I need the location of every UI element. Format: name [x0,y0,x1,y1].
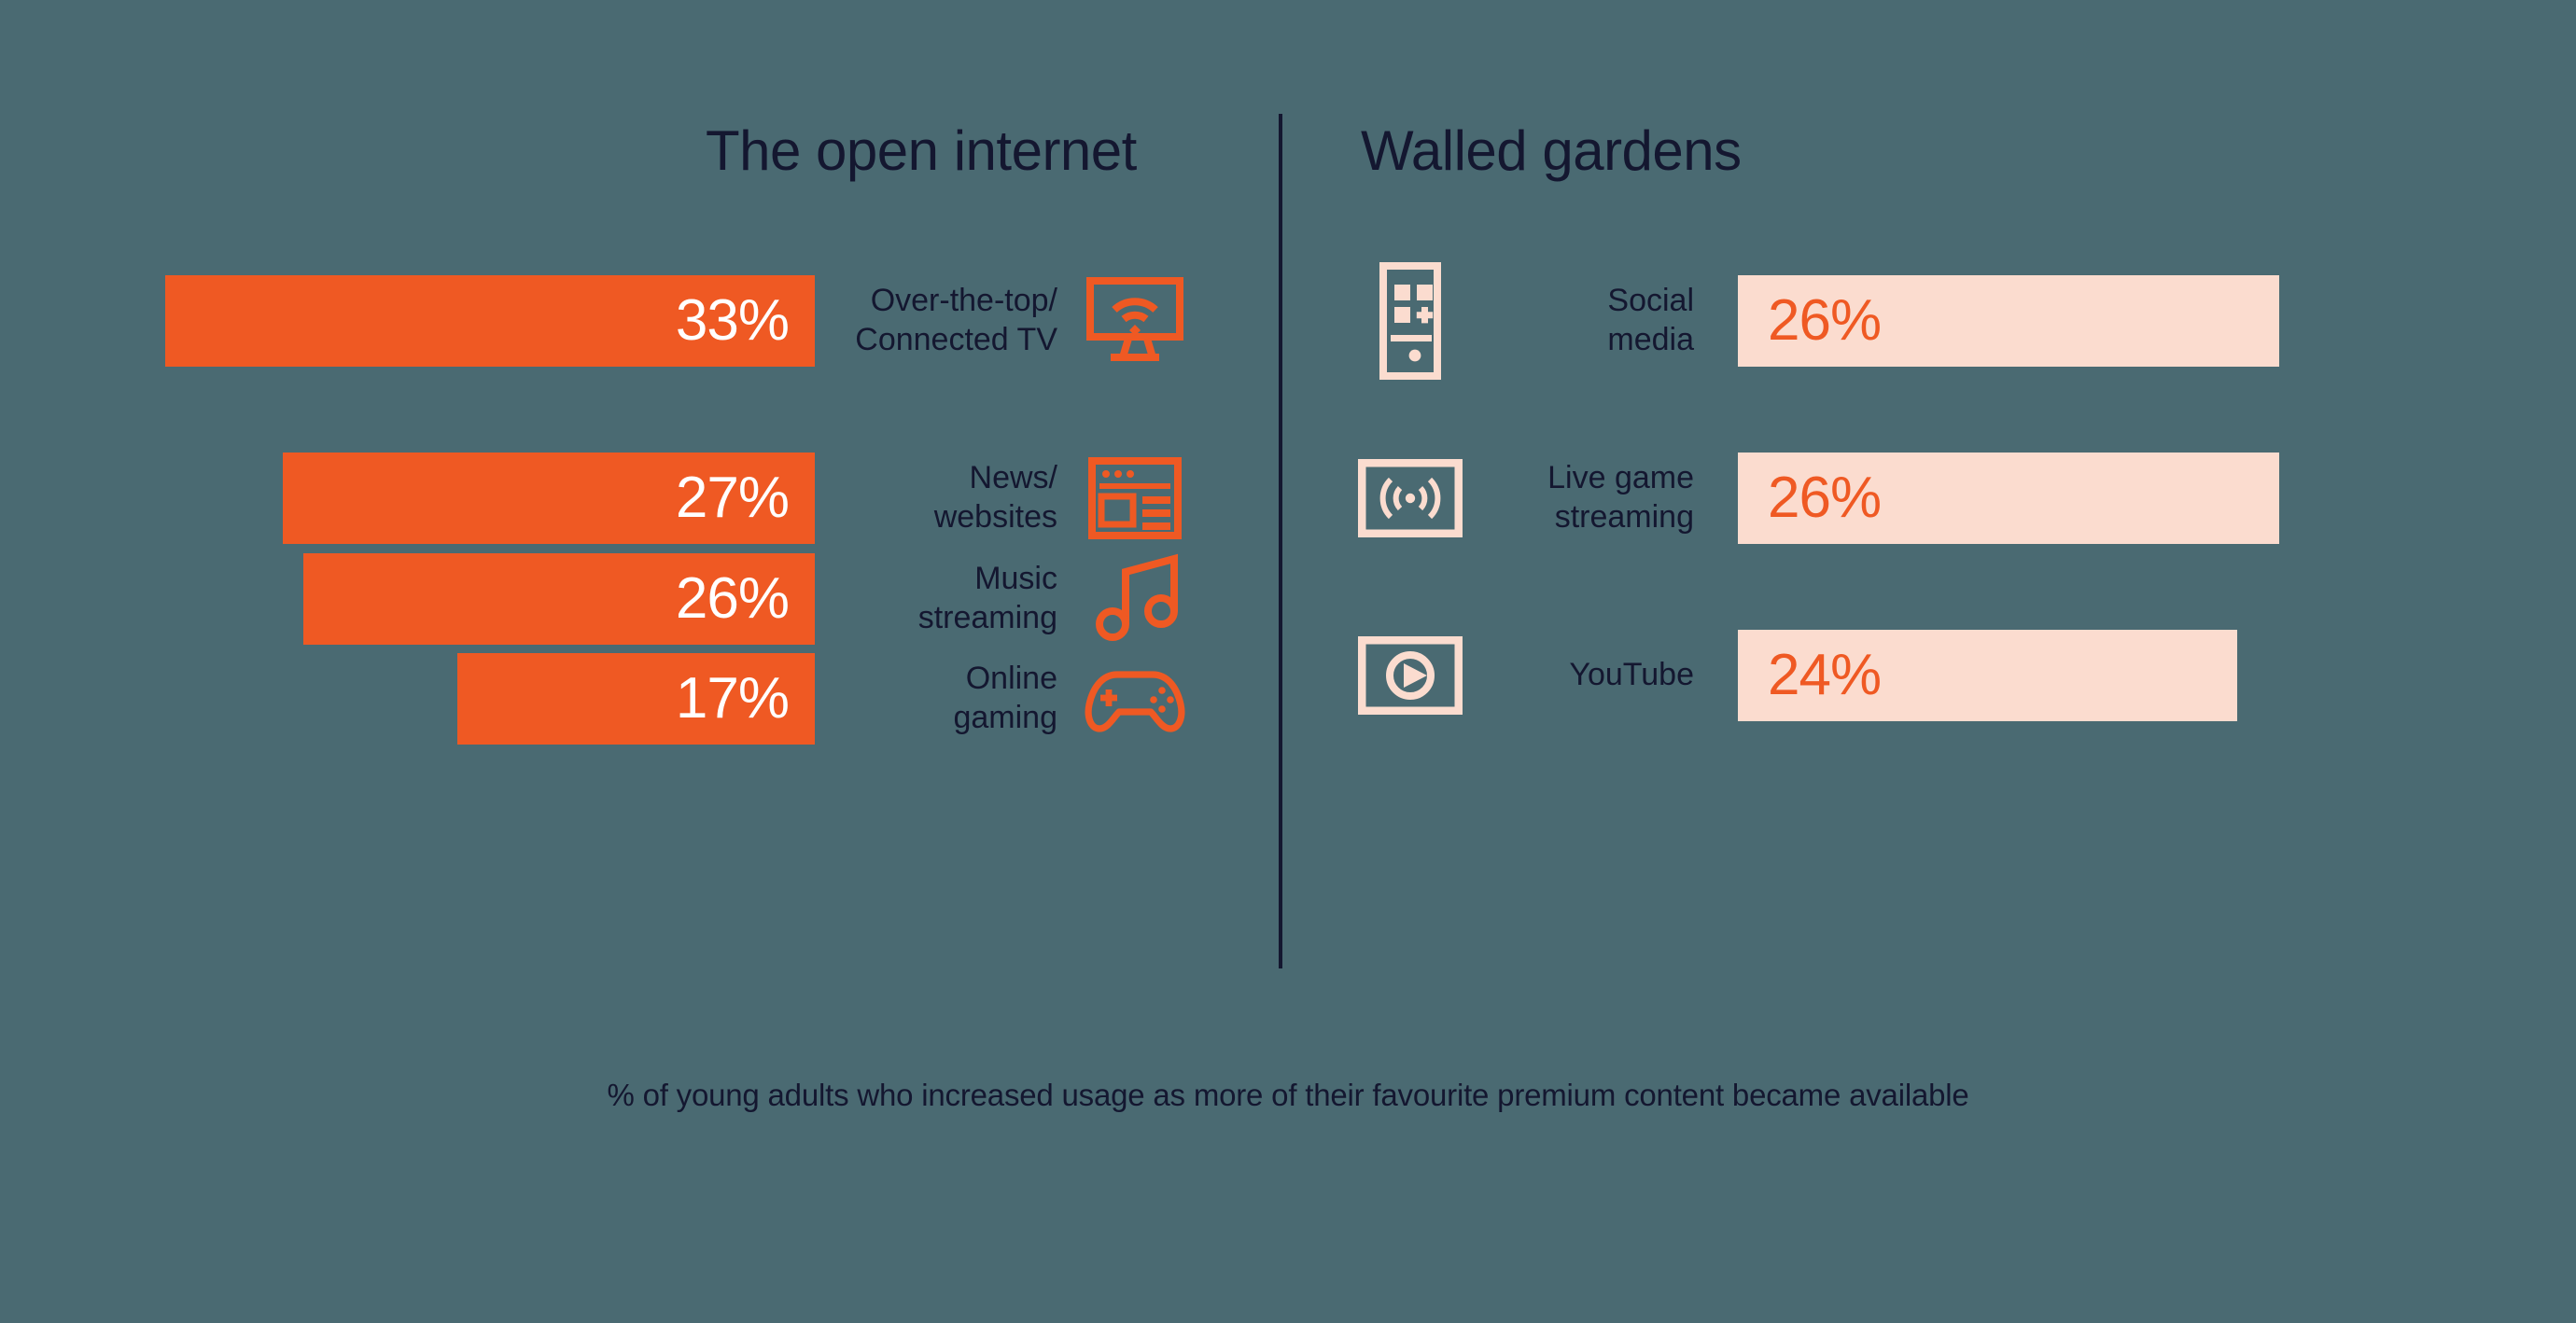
bar-label-connected-tv: Over-the-top/ Connected TV [815,275,1057,367]
gamepad-icon [1085,671,1185,732]
bar-label-line2-online-gaming: gaming [953,700,1057,735]
bar-label-line2-music-streaming: streaming [917,600,1057,635]
bar-live-game-streaming: 26% [1738,453,2279,544]
bar-label-line1-online-gaming: Online [965,661,1057,697]
bar-label-line1-live-game-streaming: Live game [1547,460,1694,496]
bar-connected-tv: 33% [165,275,815,367]
bar-label-line1-connected-tv: Over-the-top/ [870,283,1057,319]
bar-label-line1-social-media: Social [1607,283,1694,319]
bar-row-social-media: Social media 26% [1358,262,2576,380]
bar-value-live-game-streaming: 26% [1768,466,1882,530]
bar-label-news-websites: News/ websites [815,453,1057,544]
browser-window-icon-wrap [1083,453,1187,544]
bar-music-streaming: 26% [303,553,815,645]
panel-divider [1279,114,1282,968]
bar-label-line2-connected-tv: Connected TV [855,322,1057,357]
bar-label-social-media: Social media [1479,275,1694,367]
bar-label-line2-social-media: media [1607,322,1694,357]
video-play-icon-wrap [1358,630,1463,721]
gamepad-icon-wrap [1083,653,1187,745]
chart-canvas: The open internet Walled gardens 33% Ove… [0,0,2576,1323]
connected-tv-icon [1086,277,1183,361]
bar-news-websites: 27% [283,453,815,544]
bar-row-online-gaming: 17% Online gaming [0,653,1190,745]
bar-row-connected-tv: 33% Over-the-top/ Connected TV [0,275,1190,367]
bar-row-news-websites: 27% News/ websites [0,453,1190,544]
bar-label-live-game-streaming: Live game streaming [1479,453,1694,544]
bar-value-news-websites: 27% [675,466,790,530]
bar-value-connected-tv: 33% [675,288,790,353]
music-note-icon-wrap [1083,553,1187,645]
bar-row-youtube: YouTube 24% [1358,630,2576,721]
bar-row-music-streaming: 26% Music streaming [0,553,1190,645]
bar-value-social-media: 26% [1768,288,1882,353]
live-broadcast-icon [1358,459,1463,537]
bar-label-online-gaming: Online gaming [815,653,1057,745]
live-broadcast-icon-wrap [1358,453,1463,544]
bar-label-line2-news-websites: websites [933,499,1057,535]
panel-heading-open-internet: The open internet [706,119,1137,182]
bar-label-line1-news-websites: News/ [969,460,1057,496]
bar-social-media: 26% [1738,275,2279,367]
bar-label-youtube: YouTube [1479,630,1694,721]
bar-youtube: 24% [1738,630,2237,721]
chart-caption: % of young adults who increased usage as… [607,1078,1969,1112]
browser-window-icon [1088,457,1182,539]
bar-value-music-streaming: 26% [675,566,790,631]
bar-label-music-streaming: Music streaming [815,553,1057,645]
bar-label-line1-youtube: YouTube [1569,657,1694,693]
bar-row-live-game-streaming: Live game streaming 26% [1358,453,2576,544]
bar-label-line2-live-game-streaming: streaming [1554,499,1694,535]
connected-tv-icon-wrap [1083,275,1187,367]
smartphone-apps-icon-wrap [1358,262,1463,380]
music-note-icon [1096,553,1178,641]
bar-online-gaming: 17% [457,653,815,745]
bar-value-online-gaming: 17% [675,666,790,731]
bar-label-line1-music-streaming: Music [974,561,1057,597]
panel-heading-walled-gardens: Walled gardens [1361,119,1742,182]
smartphone-apps-icon [1379,262,1441,380]
video-play-icon [1358,636,1463,715]
bar-value-youtube: 24% [1768,643,1882,707]
